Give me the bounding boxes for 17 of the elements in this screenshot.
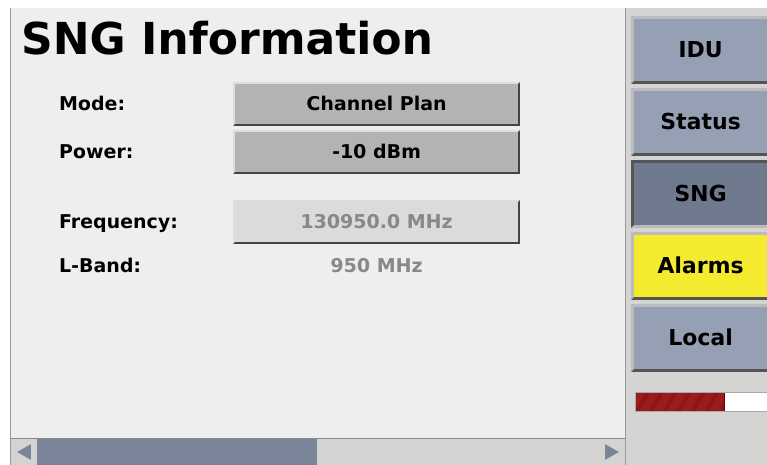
value-text: 950 MHz	[329, 255, 424, 277]
nav-button[interactable]: Alarms	[631, 232, 767, 300]
value-button[interactable]: -10 dBm	[233, 130, 520, 174]
scrollbar-thumb[interactable]	[37, 439, 317, 465]
horizontal-scrollbar[interactable]	[11, 438, 625, 465]
left-arrow-icon[interactable]	[17, 444, 31, 460]
page-title: SNG Information	[21, 14, 434, 66]
nav-button[interactable]: Local	[631, 304, 767, 372]
value-button[interactable]: Channel Plan	[233, 82, 520, 126]
field-label: Frequency:	[58, 211, 179, 233]
nav-button[interactable]: Status	[631, 88, 767, 156]
field-label: Power:	[58, 141, 134, 163]
field-label: L-Band:	[58, 255, 142, 277]
nav-button[interactable]: IDU	[631, 16, 767, 84]
right-arrow-icon[interactable]	[605, 444, 619, 460]
field-label: Mode:	[58, 93, 126, 115]
nav-button[interactable]: SNG	[631, 160, 767, 228]
